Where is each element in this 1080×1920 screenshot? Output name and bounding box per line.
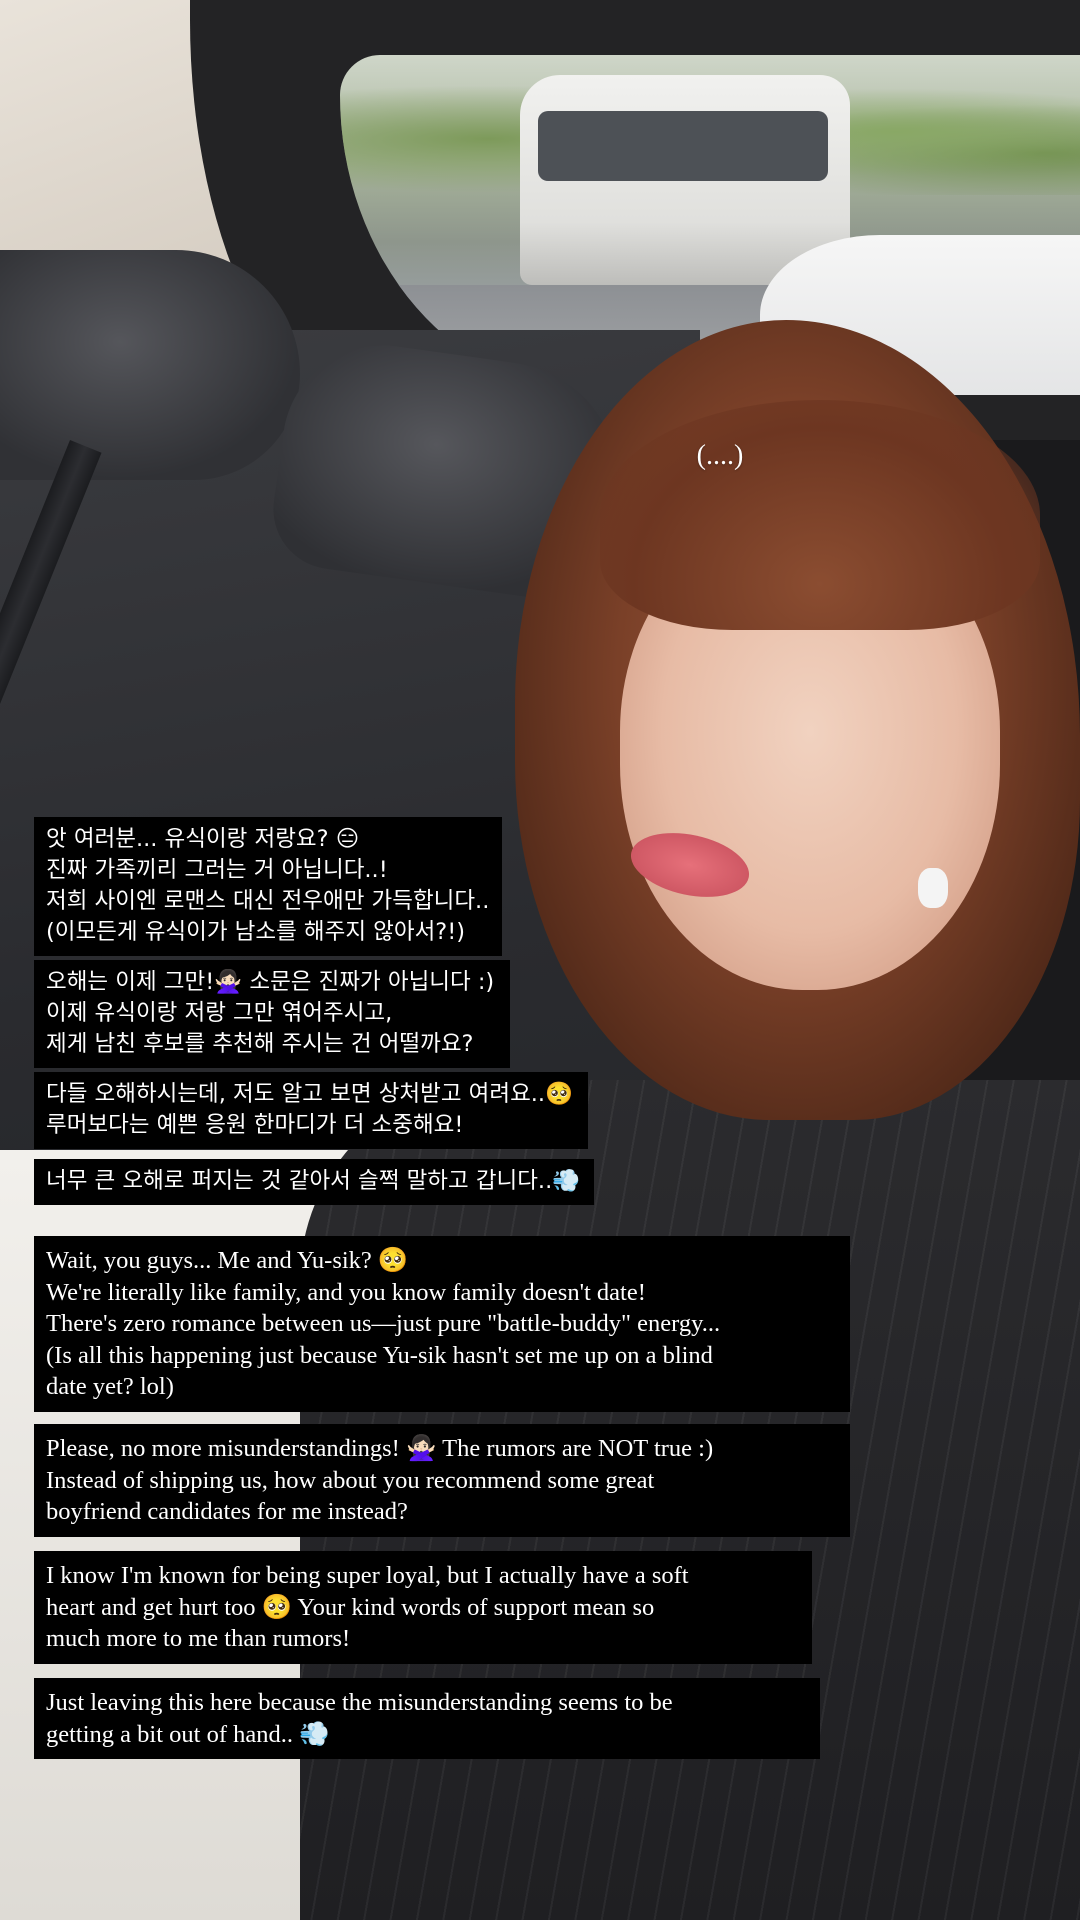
- headrest-left: [0, 250, 300, 480]
- story-screen[interactable]: (....) 앗 여러분... 유식이랑 저랑요? 😑 진짜 가족끼리 그러는 …: [0, 0, 1080, 1920]
- caption-korean-1: 앗 여러분... 유식이랑 저랑요? 😑 진짜 가족끼리 그러는 거 아닙니다.…: [34, 817, 502, 956]
- caption-korean-3: 다들 오해하시는데, 저도 알고 보면 상처받고 여려요..🥺 루머보다는 예쁜…: [34, 1072, 588, 1149]
- van-window: [538, 111, 828, 181]
- caption-english-3: I know I'm known for being super loyal, …: [34, 1551, 812, 1664]
- caption-korean-2: 오해는 이제 그만!🙅🏻‍♀️ 소문은 진짜가 아닙니다 :) 이제 유식이랑 …: [34, 960, 510, 1068]
- caption-english-2: Please, no more misunderstandings! 🙅🏻‍♀️…: [34, 1424, 850, 1537]
- earbud: [918, 868, 948, 908]
- ellipsis-text: (....): [696, 440, 744, 471]
- caption-korean-4: 너무 큰 오해로 퍼지는 것 같아서 슬쩍 말하고 갑니다..💨: [34, 1159, 594, 1205]
- caption-english-1: Wait, you guys... Me and Yu-sik? 🥺 We're…: [34, 1236, 850, 1412]
- bangs: [600, 400, 1040, 630]
- caption-english-4: Just leaving this here because the misun…: [34, 1678, 820, 1759]
